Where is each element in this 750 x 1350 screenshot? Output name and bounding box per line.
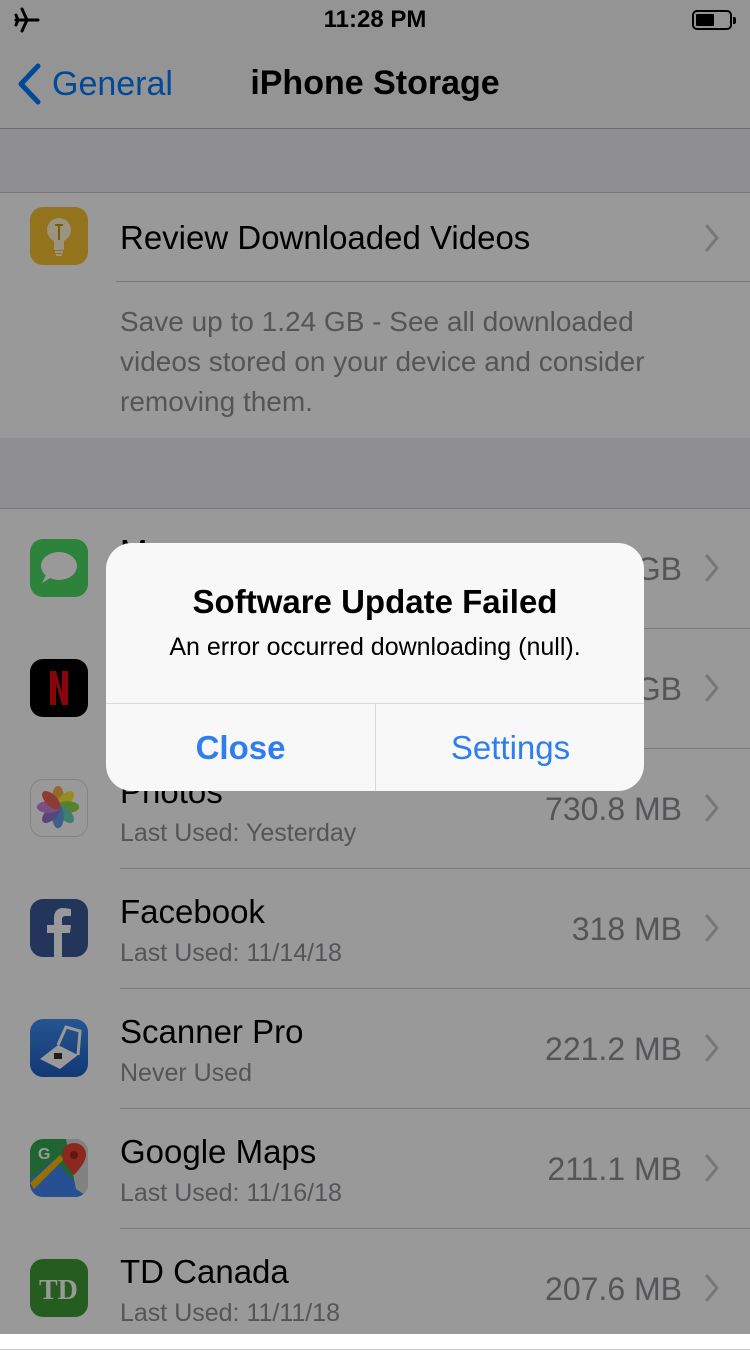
close-button[interactable]: Close xyxy=(106,704,375,791)
settings-button[interactable]: Settings xyxy=(376,704,644,791)
software-update-failed-alert: Software Update Failed An error occurred… xyxy=(106,543,644,791)
alert-title: Software Update Failed xyxy=(192,583,558,620)
alert-message: An error occurred downloading (null). xyxy=(169,633,581,661)
